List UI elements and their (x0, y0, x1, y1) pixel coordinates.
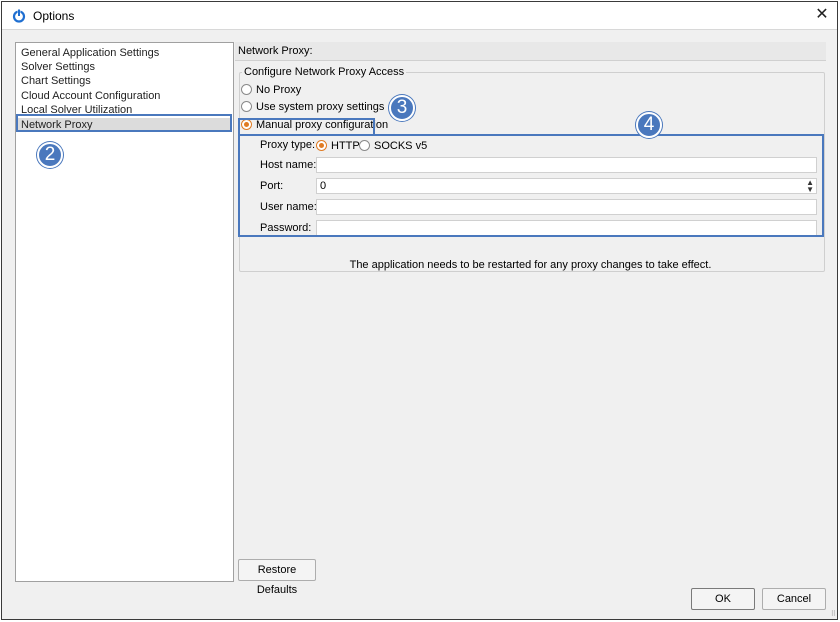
radio-socks-v5[interactable]: SOCKS v5 (359, 139, 427, 153)
ok-button[interactable]: OK (691, 588, 755, 610)
radio-button[interactable] (241, 84, 252, 95)
radio-button-checked[interactable] (241, 119, 252, 130)
sidebar-item-chart[interactable]: Chart Settings (21, 74, 91, 88)
cancel-button[interactable]: Cancel (762, 588, 826, 610)
user-name-field[interactable] (316, 199, 817, 215)
options-dialog: Options ✕ General Application Settings S… (1, 1, 838, 620)
port-spinner[interactable]: 0 ▲ ▼ (316, 178, 817, 194)
radio-button[interactable] (241, 101, 252, 112)
port-value: 0 (320, 180, 327, 192)
radio-label: SOCKS v5 (374, 140, 428, 152)
user-name-label: User name: (260, 201, 317, 213)
resize-grip-icon[interactable]: ⠿ (831, 611, 836, 618)
sidebar-item-local-solver[interactable]: Local Solver Utilization (21, 103, 132, 117)
power-icon (12, 9, 26, 23)
panel-header: Network Proxy: (235, 42, 826, 61)
title-bar: Options ✕ (2, 2, 837, 30)
window-title: Options (33, 9, 75, 23)
group-label: Configure Network Proxy Access (242, 66, 407, 78)
restart-note: The application needs to be restarted fo… (349, 259, 712, 271)
radio-button-checked[interactable] (316, 140, 327, 151)
radio-no-proxy[interactable]: No Proxy (241, 83, 301, 97)
password-field[interactable] (316, 220, 817, 236)
radio-label: Manual proxy configuration (256, 119, 389, 131)
radio-label: Use system proxy settings (256, 101, 385, 113)
callout-4: 4 (636, 112, 662, 138)
network-proxy-panel: Network Proxy: Configure Network Proxy A… (235, 42, 826, 596)
host-name-label: Host name: (260, 159, 317, 171)
radio-label: No Proxy (256, 84, 302, 96)
sidebar-item-solver[interactable]: Solver Settings (21, 60, 95, 74)
callout-3: 3 (389, 95, 415, 121)
close-icon[interactable]: ✕ (807, 2, 837, 30)
sidebar-item-network-proxy[interactable]: Network Proxy (17, 118, 232, 132)
radio-manual-proxy[interactable]: Manual proxy configuration (241, 118, 388, 132)
panel-title: Network Proxy: (238, 45, 313, 57)
restore-defaults-button[interactable]: Restore Defaults (238, 559, 316, 596)
radio-system-proxy[interactable]: Use system proxy settings (241, 100, 384, 114)
radio-http[interactable]: HTTP (316, 139, 360, 153)
settings-category-list: General Application Settings Solver Sett… (15, 42, 234, 582)
proxy-type-label: Proxy type: (260, 139, 316, 151)
radio-label: HTTP (331, 140, 360, 152)
sidebar-item-cloud-account[interactable]: Cloud Account Configuration (21, 89, 160, 103)
callout-2: 2 (37, 142, 63, 168)
password-label: Password: (260, 222, 312, 234)
sidebar-item-general[interactable]: General Application Settings (21, 46, 159, 60)
host-name-field[interactable] (316, 157, 817, 173)
radio-button[interactable] (359, 140, 370, 151)
spinner-arrows-icon[interactable]: ▲ ▼ (806, 179, 814, 194)
port-label: Port: (260, 180, 284, 192)
